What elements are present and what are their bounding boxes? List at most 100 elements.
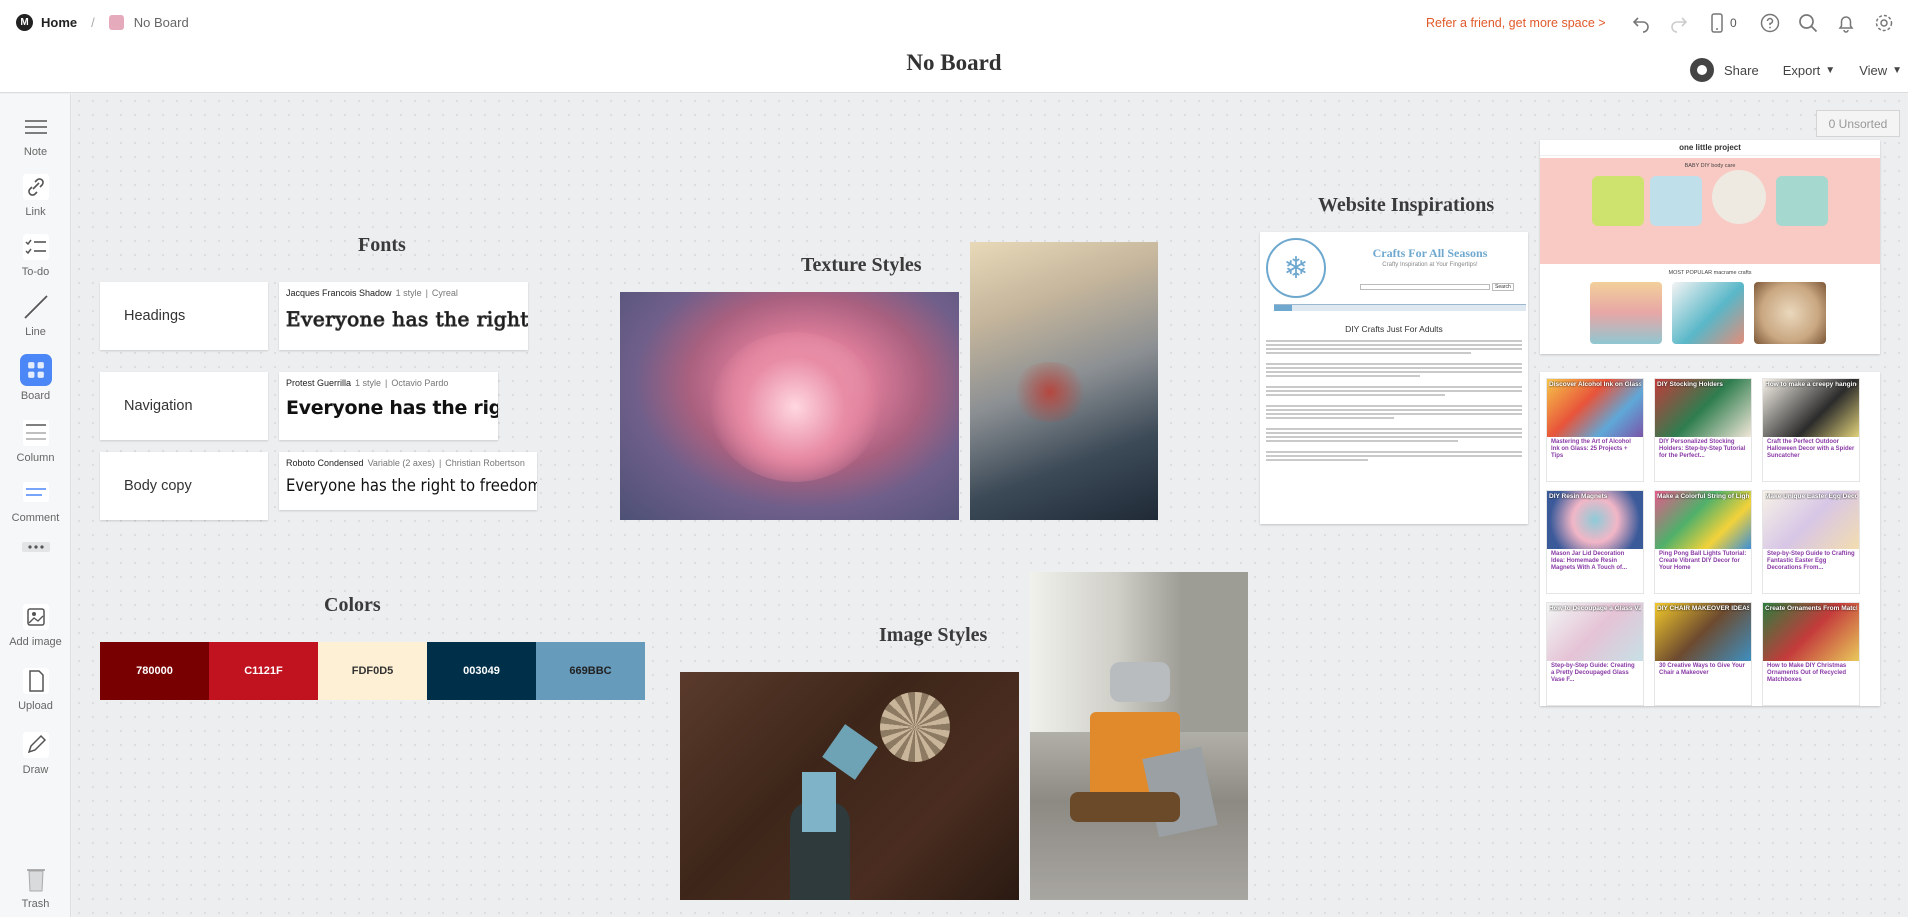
site-tagline: Crafty Inspiration at Your Fingertips! — [1382, 262, 1478, 268]
color-swatch[interactable]: 003049 — [427, 642, 536, 700]
one-little-project-screenshot[interactable]: one little project BABY DIY body care MO… — [1540, 140, 1880, 354]
pin-banner-text: How to make a creepy hanging spider sunc… — [1765, 381, 1857, 388]
tool-comment[interactable]: Comment — [0, 478, 71, 524]
pin-title: Craft the Perfect Outdoor Halloween Deco… — [1767, 439, 1855, 459]
board-canvas[interactable]: 0 Unsorted Fonts Headings Jacques Franco… — [72, 94, 1908, 917]
font-label-card-headings[interactable]: Headings — [100, 282, 268, 350]
pink-smoke-texture-image[interactable] — [620, 292, 959, 520]
color-swatch[interactable]: C1121F — [209, 642, 318, 700]
paper-craft-photo[interactable] — [680, 672, 1019, 900]
pencil-icon — [21, 730, 51, 760]
tool-sidebar: Note Link To-do Line Board Column Commen… — [0, 94, 71, 917]
top-toolbar: 0 — [1630, 12, 1908, 34]
pin-card[interactable]: DIY CHAIR MAKEOVER IDEAS 30 Creative Ways… — [1654, 602, 1752, 706]
undo-icon[interactable] — [1630, 12, 1652, 34]
colors-heading[interactable]: Colors — [324, 594, 381, 617]
settings-gear-icon[interactable] — [1873, 12, 1895, 34]
export-button[interactable]: Export ▼ — [1783, 63, 1835, 78]
font-specimen-card[interactable]: Roboto Condensed Variable (2 axes) | Christ… — [279, 452, 537, 510]
notifications-bell-icon[interactable] — [1835, 12, 1857, 34]
note-icon — [21, 112, 51, 142]
font-specimen-card[interactable]: Protest Guerrilla 1 style | Octavio Pardo E… — [279, 372, 498, 440]
pin-card[interactable]: Discover Alcohol Ink on Glass Mastering t… — [1546, 378, 1644, 482]
robot-toy-photo[interactable] — [1030, 572, 1248, 900]
tool-comment-label: Comment — [11, 512, 60, 524]
tool-line-label: Line — [25, 326, 46, 338]
color-swatch[interactable]: 669BBC — [536, 642, 645, 700]
unsorted-counter[interactable]: 0 Unsorted — [1816, 110, 1900, 137]
tool-board[interactable]: Board — [0, 354, 71, 402]
pinterest-pins-screenshot[interactable]: Discover Alcohol Ink on Glass Mastering t… — [1540, 372, 1880, 706]
article-title: DIY Crafts Just For Adults — [1345, 324, 1443, 334]
breadcrumb-separator: / — [91, 15, 95, 30]
tool-add-image[interactable]: Add image — [0, 602, 71, 648]
paper-star-ornament — [880, 692, 950, 762]
image-styles-heading[interactable]: Image Styles — [879, 624, 987, 647]
help-icon[interactable] — [1759, 12, 1781, 34]
app-logo-icon[interactable]: M — [16, 14, 33, 31]
tool-upload[interactable]: Upload — [0, 666, 71, 712]
line-icon — [21, 292, 51, 322]
view-button[interactable]: View ▼ — [1859, 63, 1902, 78]
mobile-device-icon[interactable] — [1706, 12, 1728, 34]
color-swatch[interactable]: 780000 — [100, 642, 209, 700]
pin-card[interactable]: How to Decoupage a Glass Vase Step-by-Ste… — [1546, 602, 1644, 706]
font-meta: Jacques Francois Shadow 1 style | Cyreal — [286, 288, 458, 298]
trash-button[interactable]: Trash — [0, 864, 71, 910]
chevron-down-icon: ▼ — [1825, 64, 1836, 76]
window-light — [1030, 572, 1248, 732]
tool-draw[interactable]: Draw — [0, 730, 71, 776]
pin-card[interactable]: How to make a creepy hanging spider sunc… — [1762, 378, 1860, 482]
pin-image: Make Unique Easter Egg Decorations — [1763, 491, 1859, 549]
font-label-card-navigation[interactable]: Navigation — [100, 372, 268, 440]
frosted-glass-texture-image[interactable] — [970, 242, 1158, 520]
pin-banner-text: Discover Alcohol Ink on Glass — [1549, 381, 1641, 388]
pin-card[interactable]: DIY Resin Magnets Mason Jar Lid Decoratio… — [1546, 490, 1644, 594]
pin-title: 30 Creative Ways to Give Your Chair a Ma… — [1659, 663, 1745, 676]
fonts-heading[interactable]: Fonts — [358, 234, 406, 257]
red-light-blur — [1010, 362, 1090, 422]
trash-icon — [21, 864, 51, 894]
pin-banner-text: Make Unique Easter Egg Decorations — [1765, 493, 1857, 500]
color-swatch-label: C1121F — [244, 665, 283, 677]
more-tools-button[interactable] — [0, 540, 71, 558]
tool-note-label: Note — [23, 146, 48, 158]
thumb-image — [1650, 176, 1702, 226]
tool-line[interactable]: Line — [0, 292, 71, 338]
page-title[interactable]: No Board — [0, 50, 1908, 76]
pin-title: Ping Pong Ball Lights Tutorial: Create V… — [1659, 551, 1747, 571]
breadcrumb-board[interactable]: No Board — [134, 15, 189, 30]
tool-link[interactable]: Link — [0, 172, 71, 218]
tool-note[interactable]: Note — [0, 112, 71, 158]
pin-title: Mason Jar Lid Decoration Idea: Homemade … — [1551, 551, 1628, 571]
body-care-banner: BABY DIY body care — [1540, 158, 1880, 264]
share-button[interactable]: Share — [1690, 58, 1759, 82]
pin-card[interactable]: DIY Stocking Holders DIY Personalized Sto… — [1654, 378, 1752, 482]
font-label-text: Navigation — [124, 398, 193, 414]
board-actions: Share Export ▼ View ▼ — [1690, 58, 1908, 82]
tool-column[interactable]: Column — [0, 418, 71, 464]
pin-card[interactable]: Make Unique Easter Egg Decorations Step-b… — [1762, 490, 1860, 594]
color-swatch-label: FDF0D5 — [351, 665, 394, 677]
column-icon — [21, 418, 51, 448]
file-icon — [21, 666, 51, 696]
checklist-icon — [21, 232, 51, 262]
website-inspirations-heading[interactable]: Website Inspirations — [1318, 194, 1494, 217]
redo-icon[interactable] — [1668, 12, 1690, 34]
tool-todo[interactable]: To-do — [0, 232, 71, 278]
board-icon — [19, 354, 52, 386]
export-label: Export — [1782, 62, 1821, 78]
pin-card[interactable]: Create Ornaments From Matchboxes How to M… — [1762, 602, 1860, 706]
font-name: Protest Guerrilla — [286, 378, 352, 388]
font-specimen-card[interactable]: Jacques Francois Shadow 1 style | Cyreal Ev… — [279, 282, 528, 350]
site-brand: one little project — [1540, 140, 1880, 156]
search-icon[interactable] — [1797, 12, 1819, 34]
pin-grid: Discover Alcohol Ink on Glass Mastering t… — [1546, 378, 1874, 706]
breadcrumb-home[interactable]: Home — [41, 15, 77, 30]
crafts-for-all-seasons-screenshot[interactable]: ❄ Crafts For All Seasons Crafty Inspirat… — [1260, 232, 1528, 524]
color-swatch[interactable]: FDF0D5 — [318, 642, 427, 700]
texture-styles-heading[interactable]: Texture Styles — [801, 254, 922, 277]
refer-friend-link[interactable]: Refer a friend, get more space > — [1426, 16, 1606, 30]
pin-card[interactable]: Make a Colorful String of Lights Ping Pon… — [1654, 490, 1752, 594]
font-label-card-body-copy[interactable]: Body copy — [100, 452, 268, 520]
